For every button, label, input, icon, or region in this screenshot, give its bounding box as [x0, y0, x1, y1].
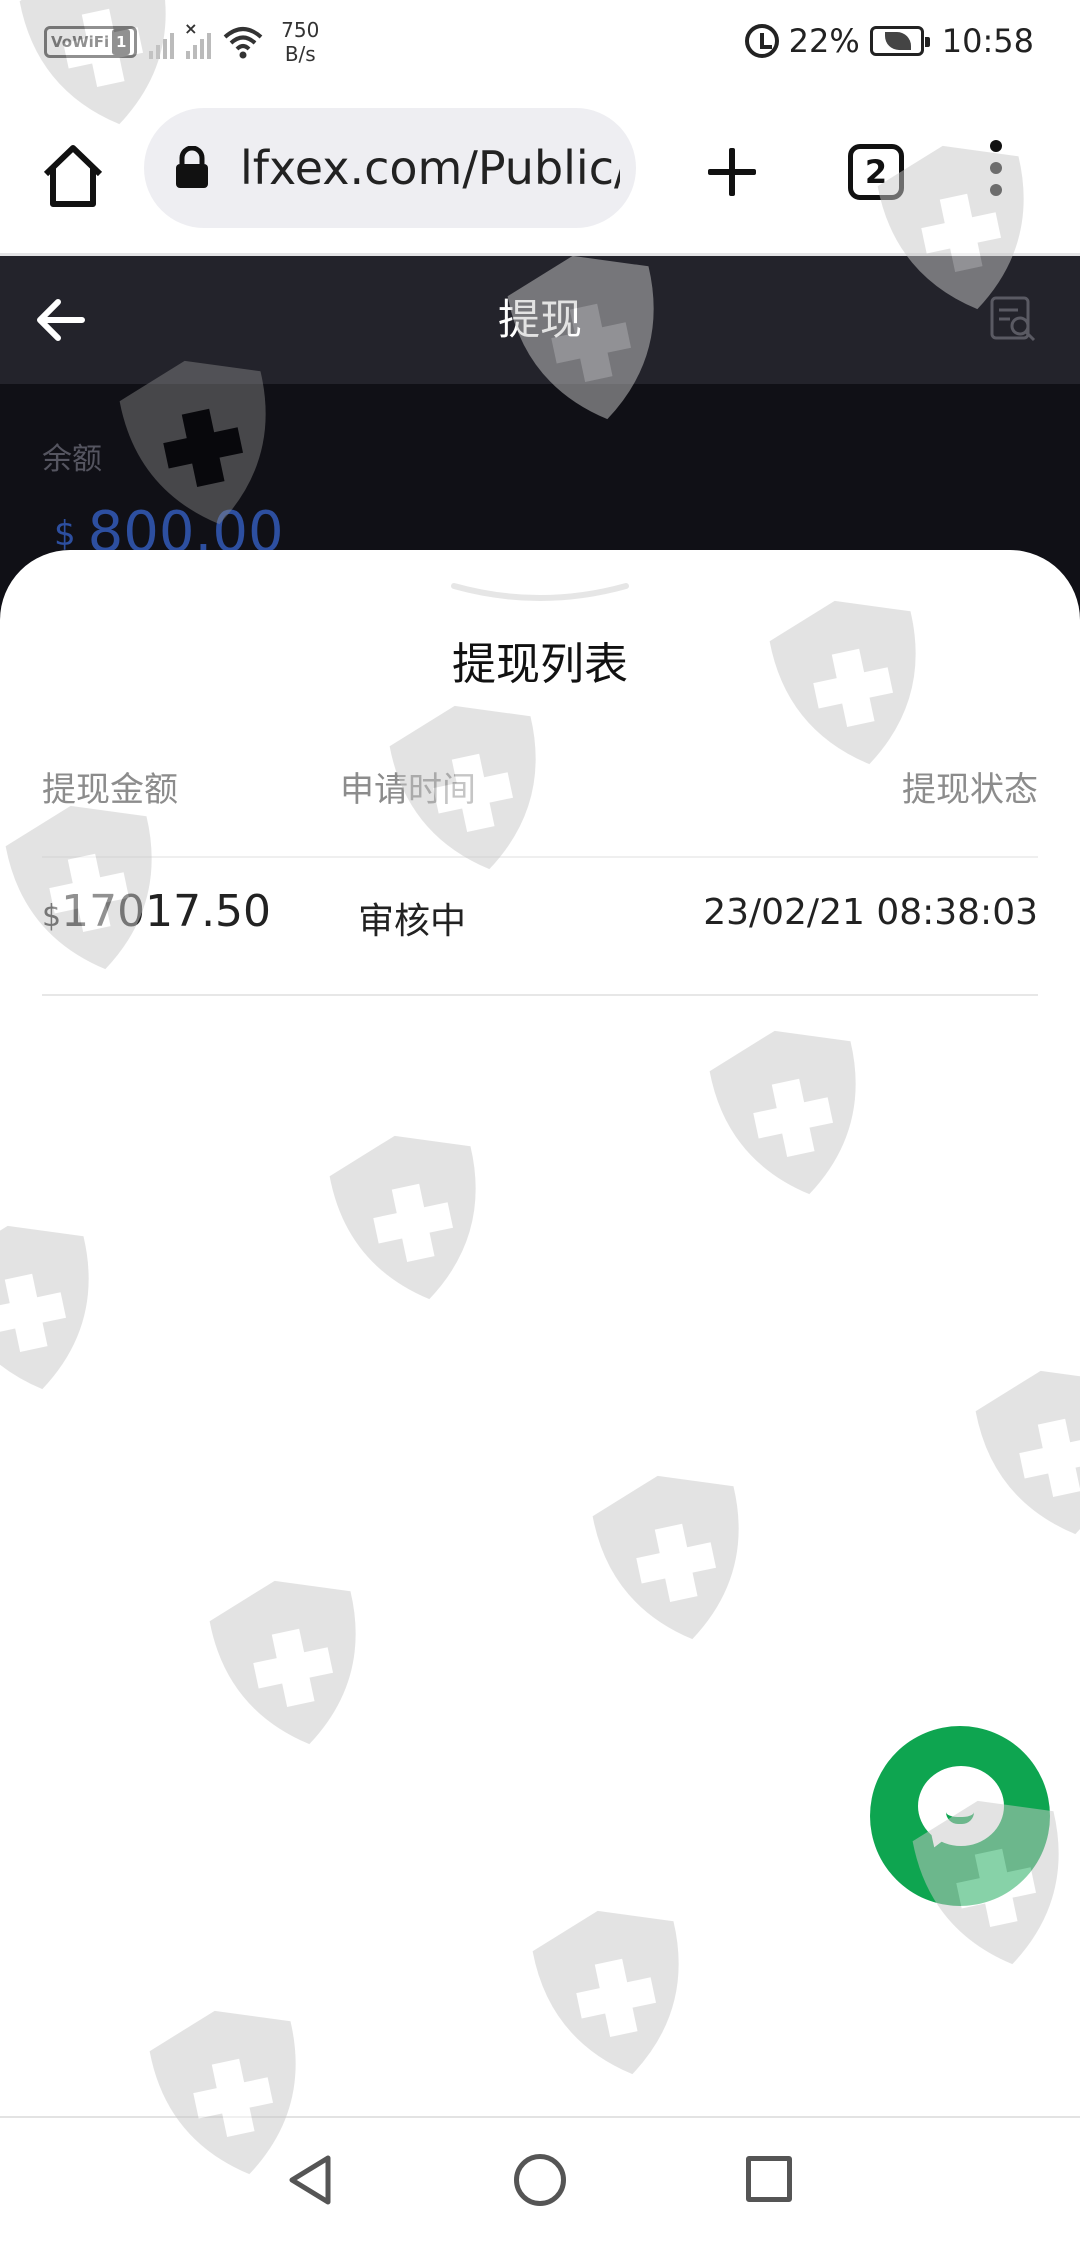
- signal-icon: [149, 25, 175, 59]
- sim-number: 1: [112, 29, 131, 55]
- chat-button[interactable]: [870, 1726, 1050, 1906]
- more-vert-icon[interactable]: [984, 140, 1008, 210]
- plus-icon[interactable]: [700, 140, 764, 204]
- row-amount: $17017.50: [42, 886, 271, 937]
- vowifi-label: VoWiFi: [51, 33, 110, 51]
- browser-toolbar: lfxex.com/Public/ 2: [0, 90, 1080, 256]
- table-header: 提现金额 申请时间 提现状态: [42, 762, 1038, 822]
- row-datetime: 23/02/21 08:38:03: [703, 892, 1038, 933]
- app-header: 提现: [0, 256, 1080, 384]
- status-bar-right: 22% 10:58: [744, 22, 1034, 60]
- address-bar[interactable]: lfxex.com/Public/: [144, 108, 636, 228]
- net-speed-unit: B/s: [284, 42, 316, 66]
- balance-label: 余额: [42, 442, 102, 477]
- status-bar: VoWiFi 1 × 750 B/s 22% 10:58: [0, 0, 1080, 90]
- wifi-icon: [223, 27, 263, 59]
- row-status: 审核中: [358, 901, 467, 942]
- record-search-icon[interactable]: [988, 294, 1038, 344]
- page-title: 提现: [497, 295, 582, 344]
- nav-home-icon[interactable]: [514, 2154, 566, 2206]
- nav-recent-icon[interactable]: [746, 2156, 792, 2202]
- battery-percent: 22%: [788, 22, 860, 60]
- lock-icon: [176, 146, 208, 188]
- tabs-icon[interactable]: 2: [848, 144, 904, 200]
- alarm-icon: [744, 24, 779, 58]
- nav-back-icon[interactable]: [280, 2150, 340, 2210]
- battery-icon: [869, 26, 930, 56]
- sheet-title: 提现列表: [452, 639, 628, 690]
- signal-x-icon: ×: [184, 19, 212, 59]
- row-amount-value: 17017.50: [61, 886, 272, 937]
- table-row[interactable]: $17017.50 审核中 23/02/21 08:38:03: [42, 886, 1038, 976]
- balance-currency: $: [54, 514, 76, 554]
- chevron-down-icon[interactable]: [450, 580, 630, 610]
- net-speed: 750 B/s: [281, 18, 319, 66]
- system-nav-bar: [0, 2116, 1080, 2244]
- home-icon[interactable]: [38, 140, 108, 210]
- clock: 10:58: [941, 22, 1034, 60]
- row-currency: $: [42, 899, 62, 934]
- column-header-status: 提现状态: [902, 770, 1038, 810]
- status-bar-left: VoWiFi 1 × 750 B/s: [44, 18, 319, 66]
- vowifi-icon: VoWiFi 1: [44, 26, 138, 58]
- column-header-amount: 提现金额: [42, 770, 178, 810]
- column-header-time: 申请时间: [340, 770, 476, 810]
- url-text[interactable]: lfxex.com/Public/: [240, 108, 620, 228]
- net-speed-value: 750: [281, 18, 320, 42]
- divider: [42, 994, 1038, 996]
- divider: [42, 856, 1038, 858]
